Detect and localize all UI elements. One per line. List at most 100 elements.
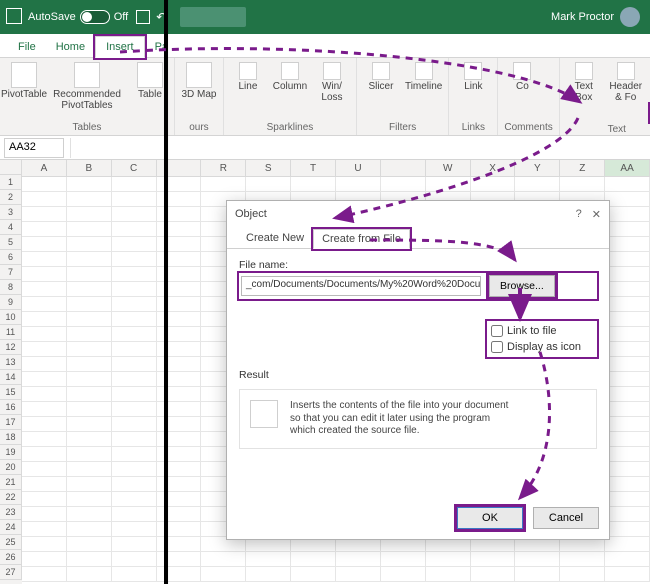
- cell[interactable]: [201, 552, 246, 567]
- cell[interactable]: [22, 312, 67, 327]
- row-header[interactable]: 16: [0, 400, 22, 415]
- cell[interactable]: [67, 357, 112, 372]
- row-header[interactable]: [0, 160, 22, 175]
- cell[interactable]: [605, 237, 650, 252]
- row-header[interactable]: 3: [0, 205, 22, 220]
- row-header[interactable]: 20: [0, 460, 22, 475]
- cell[interactable]: [381, 567, 426, 582]
- cell[interactable]: [605, 387, 650, 402]
- cell[interactable]: [515, 552, 560, 567]
- cell[interactable]: [246, 552, 291, 567]
- cell[interactable]: [605, 222, 650, 237]
- recommended-pivot-button[interactable]: Recommended PivotTables: [48, 62, 126, 111]
- textbox-button[interactable]: Text Box: [566, 62, 602, 122]
- cell[interactable]: [67, 237, 112, 252]
- cell[interactable]: [112, 462, 157, 477]
- cell[interactable]: [381, 552, 426, 567]
- cell[interactable]: [67, 447, 112, 462]
- cell[interactable]: [157, 417, 202, 432]
- cell[interactable]: [67, 567, 112, 582]
- row-header[interactable]: 6: [0, 250, 22, 265]
- cell[interactable]: [67, 252, 112, 267]
- cell[interactable]: [112, 177, 157, 192]
- tab-create-new[interactable]: Create New: [237, 228, 313, 248]
- cell[interactable]: [336, 567, 381, 582]
- cell[interactable]: [22, 402, 67, 417]
- cell[interactable]: [201, 177, 246, 192]
- cell[interactable]: [22, 372, 67, 387]
- tab-create-from-file[interactable]: Create from File: [313, 229, 410, 249]
- cell[interactable]: [605, 357, 650, 372]
- cell[interactable]: [67, 537, 112, 552]
- sparkline-line[interactable]: Line: [230, 62, 266, 103]
- cell[interactable]: [605, 522, 650, 537]
- row-header[interactable]: 1: [0, 175, 22, 190]
- cell[interactable]: [67, 327, 112, 342]
- cell[interactable]: [157, 552, 202, 567]
- cell[interactable]: [246, 177, 291, 192]
- cell[interactable]: [291, 552, 336, 567]
- cell[interactable]: [22, 177, 67, 192]
- row-header[interactable]: 8: [0, 280, 22, 295]
- column-header[interactable]: [157, 160, 202, 177]
- cell[interactable]: [157, 312, 202, 327]
- cell[interactable]: [157, 477, 202, 492]
- cell[interactable]: [112, 252, 157, 267]
- cell[interactable]: [291, 177, 336, 192]
- cell[interactable]: [22, 432, 67, 447]
- cell[interactable]: [67, 477, 112, 492]
- cell[interactable]: [67, 552, 112, 567]
- filename-input[interactable]: _com/Documents/Documents/My%20Word%20Doc…: [241, 276, 481, 296]
- cell[interactable]: [157, 297, 202, 312]
- cell[interactable]: [112, 477, 157, 492]
- cell[interactable]: [605, 192, 650, 207]
- tab-file[interactable]: File: [8, 37, 46, 57]
- cell[interactable]: [112, 237, 157, 252]
- timeline-button[interactable]: Timeline: [405, 62, 442, 93]
- column-header[interactable]: AA: [605, 160, 650, 177]
- cell[interactable]: [157, 222, 202, 237]
- cell[interactable]: [112, 297, 157, 312]
- cell[interactable]: [22, 492, 67, 507]
- header-footer-button[interactable]: Header & Fo: [608, 62, 644, 122]
- cell[interactable]: [22, 462, 67, 477]
- link-to-file-check[interactable]: Link to file: [491, 325, 593, 337]
- cancel-button[interactable]: Cancel: [533, 507, 599, 529]
- cell[interactable]: [112, 357, 157, 372]
- cell[interactable]: [336, 552, 381, 567]
- column-header[interactable]: Z: [560, 160, 605, 177]
- cell[interactable]: [605, 552, 650, 567]
- cell[interactable]: [22, 387, 67, 402]
- cell[interactable]: [22, 447, 67, 462]
- row-header[interactable]: 23: [0, 505, 22, 520]
- cell[interactable]: [22, 342, 67, 357]
- tab-home[interactable]: Home: [46, 37, 95, 57]
- cell[interactable]: [22, 522, 67, 537]
- cell[interactable]: [605, 207, 650, 222]
- display-as-icon-check[interactable]: Display as icon: [491, 341, 593, 353]
- table-button[interactable]: Table: [132, 62, 168, 111]
- row-headers[interactable]: 1234567891011121314151617181920212223242…: [0, 160, 22, 584]
- row-header[interactable]: 4: [0, 220, 22, 235]
- row-header[interactable]: 19: [0, 445, 22, 460]
- cell[interactable]: [67, 267, 112, 282]
- row-header[interactable]: 9: [0, 295, 22, 310]
- cell[interactable]: [381, 177, 426, 192]
- cell[interactable]: [22, 207, 67, 222]
- cell[interactable]: [157, 192, 202, 207]
- cell[interactable]: [157, 327, 202, 342]
- cell[interactable]: [112, 342, 157, 357]
- row-header[interactable]: 14: [0, 370, 22, 385]
- cell[interactable]: [22, 222, 67, 237]
- cell[interactable]: [471, 177, 516, 192]
- cell[interactable]: [471, 567, 516, 582]
- cell[interactable]: [157, 372, 202, 387]
- cell[interactable]: [157, 207, 202, 222]
- cell[interactable]: [605, 342, 650, 357]
- cell[interactable]: [67, 297, 112, 312]
- cell[interactable]: [112, 492, 157, 507]
- cell[interactable]: [67, 177, 112, 192]
- column-header[interactable]: Y: [515, 160, 560, 177]
- column-header[interactable]: A: [22, 160, 67, 177]
- cell[interactable]: [22, 237, 67, 252]
